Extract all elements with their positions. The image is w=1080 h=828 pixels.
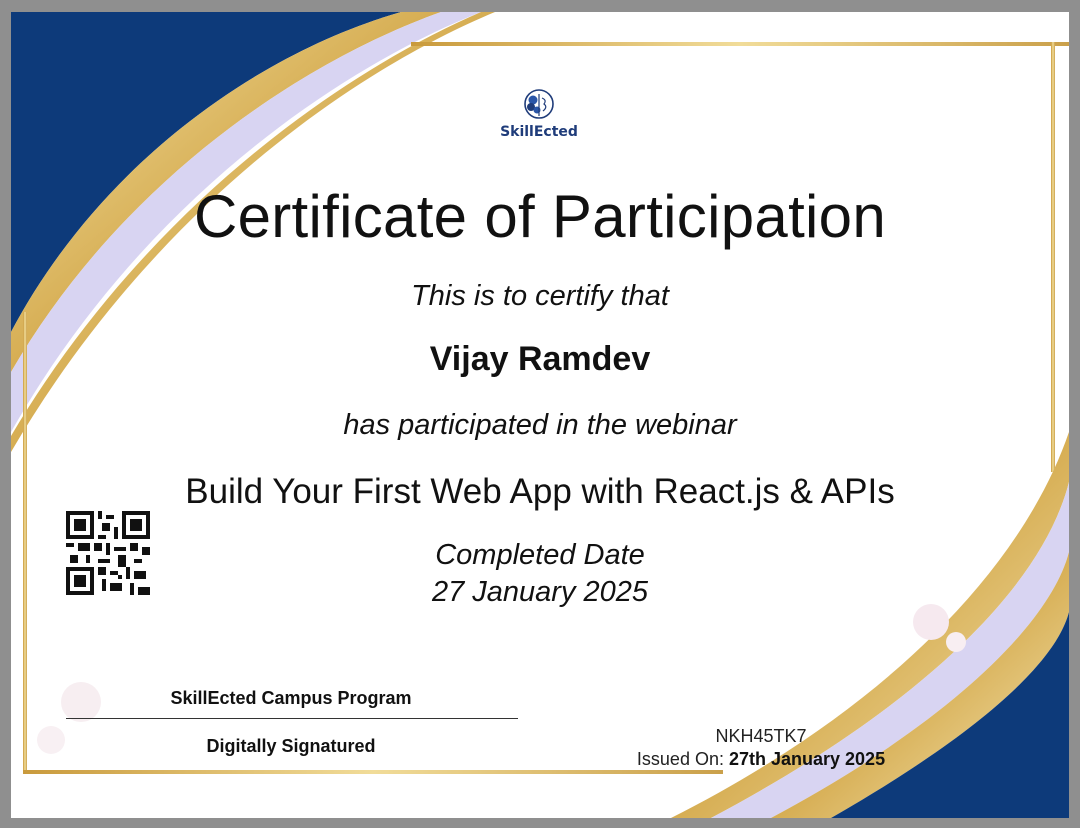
recipient-name: Vijay Ramdev <box>429 340 651 378</box>
completed-date: 27 January 2025 <box>431 576 649 608</box>
brand-logo: SkillEcted <box>489 88 589 140</box>
issued-label: Issued On: <box>636 749 724 769</box>
issued-on: Issued On: 27th January 2025 <box>611 749 911 770</box>
brand-name: SkillEcted <box>500 124 578 140</box>
certify-line: This is to certify that <box>411 280 669 312</box>
signature-note: Digitally Signatured <box>206 736 376 756</box>
program-name: SkillEcted Campus Program <box>170 688 412 708</box>
participation-line: has participated in the webinar <box>343 409 737 441</box>
brain-head-icon <box>524 89 554 119</box>
completed-date-label: Completed Date <box>435 539 645 571</box>
qr-code-icon <box>66 511 150 595</box>
issued-date: 27th January 2025 <box>728 749 886 769</box>
certificate: SkillEcted Certificate of Participation … <box>11 12 1069 818</box>
signature-line <box>66 718 518 719</box>
certificate-id: NKH45TK7 <box>715 726 807 746</box>
webinar-title: Build Your First Web App with React.js &… <box>185 472 895 511</box>
certificate-title: Certificate of Participation <box>193 183 887 250</box>
